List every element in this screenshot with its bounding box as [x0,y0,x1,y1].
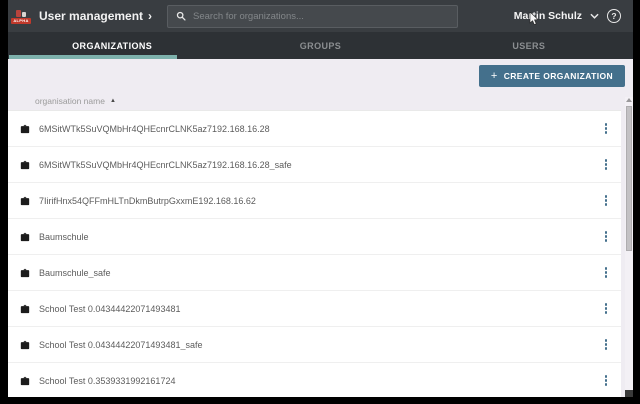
kebab-menu-icon[interactable] [601,192,612,209]
table-row[interactable]: School Test 0.04344422071493481_safe [8,327,621,363]
content-area: + CREATE ORGANIZATION organisation name … [8,59,633,397]
briefcase-icon [20,124,30,134]
table-header: organisation name ▲ [8,92,633,110]
help-icon[interactable]: ? [607,9,621,23]
scroll-up-arrow-icon[interactable] [626,98,632,102]
plus-icon: + [491,70,498,82]
logo-alpha-badge: ALPHA [11,18,30,24]
screen: ALPHA User management › Martin Schulz ? [0,0,640,404]
briefcase-icon [20,196,30,206]
user-menu-name[interactable]: Martin Schulz [514,10,582,22]
kebab-menu-icon[interactable] [601,300,612,317]
column-header-organisation-name[interactable]: organisation name [35,96,105,106]
kebab-menu-icon[interactable] [601,228,612,245]
kebab-menu-icon[interactable] [601,336,612,353]
table-row[interactable]: School Test 0.3539331992161724 [8,363,621,397]
create-organization-label: CREATE ORGANIZATION [504,71,613,81]
scroll-down-button[interactable] [625,390,633,397]
kebab-menu-icon[interactable] [601,156,612,173]
briefcase-icon [20,232,30,242]
organization-name: Baumschule_safe [39,268,601,278]
table-row[interactable]: 7IirifHnx54QFFmHLTnDkmButrpGxxmE192.168.… [8,183,621,219]
scrollbar-thumb[interactable] [626,106,632,251]
breadcrumb: User management › [39,9,152,23]
organization-name: 7IirifHnx54QFFmHLTnDkmButrpGxxmE192.168.… [39,196,601,206]
table-row[interactable]: 6MSitWTk5SuVQMbHr4QHEcnrCLNK5az7192.168.… [8,111,621,147]
search-box[interactable] [167,5,458,28]
organizations-table: 6MSitWTk5SuVQMbHr4QHEcnrCLNK5az7192.168.… [8,110,621,397]
toolbar: + CREATE ORGANIZATION [8,59,633,92]
organization-name: School Test 0.3539331992161724 [39,376,601,386]
table-row[interactable]: Baumschule [8,219,621,255]
user-menu: Martin Schulz ? [514,0,621,32]
organization-name: School Test 0.04344422071493481_safe [39,340,601,350]
sort-ascending-icon[interactable]: ▲ [110,98,116,104]
briefcase-icon [20,376,30,386]
kebab-menu-icon[interactable] [601,120,612,137]
logo-icon [16,9,26,17]
organization-name: 6MSitWTk5SuVQMbHr4QHEcnrCLNK5az7192.168.… [39,124,601,134]
briefcase-icon [20,268,30,278]
tab-groups[interactable]: GROUPS [216,32,424,59]
table-row[interactable]: Baumschule_safe [8,255,621,291]
chevron-down-icon[interactable] [590,13,599,19]
table-row[interactable]: 6MSitWTk5SuVQMbHr4QHEcnrCLNK5az7192.168.… [8,147,621,183]
table-row[interactable]: School Test 0.04344422071493481 [8,291,621,327]
briefcase-icon [20,340,30,350]
top-bar: ALPHA User management › Martin Schulz ? [8,0,633,32]
organization-name: School Test 0.04344422071493481 [39,304,601,314]
kebab-menu-icon[interactable] [601,264,612,281]
app-window: ALPHA User management › Martin Schulz ? [8,0,633,397]
briefcase-icon [20,160,30,170]
tab-bar: ORGANIZATIONS GROUPS USERS [8,32,633,59]
search-icon [176,8,186,26]
briefcase-icon [20,304,30,314]
tab-organizations[interactable]: ORGANIZATIONS [8,32,216,59]
search-input[interactable] [193,11,449,22]
app-logo[interactable]: ALPHA [11,9,31,24]
page-title: User management [39,9,143,23]
breadcrumb-chevron-icon[interactable]: › [148,9,152,23]
organization-name: Baumschule [39,232,601,242]
vertical-scrollbar[interactable] [625,97,633,397]
tab-users[interactable]: USERS [425,32,633,59]
create-organization-button[interactable]: + CREATE ORGANIZATION [479,65,625,87]
kebab-menu-icon[interactable] [601,372,612,389]
organization-name: 6MSitWTk5SuVQMbHr4QHEcnrCLNK5az7192.168.… [39,160,601,170]
